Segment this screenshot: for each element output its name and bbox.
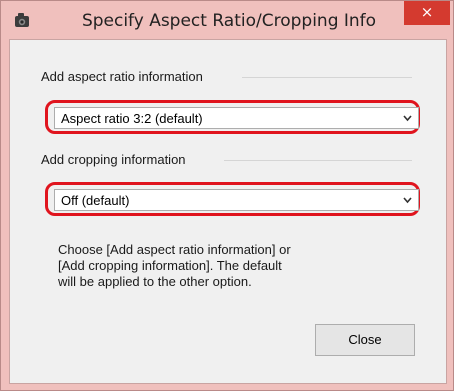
- aspect-ratio-value: Aspect ratio 3:2 (default): [61, 111, 203, 126]
- description-line: [Add cropping information]. The default: [58, 258, 282, 273]
- close-icon[interactable]: ×: [404, 1, 450, 25]
- dialog-body: Add aspect ratio information Aspect rati…: [9, 39, 447, 384]
- close-button[interactable]: Close: [315, 324, 415, 356]
- title-bar[interactable]: Specify Aspect Ratio/Cropping Info ×: [1, 1, 453, 39]
- cropping-label: Add cropping information: [41, 152, 186, 167]
- description-line: Choose [Add aspect ratio information] or: [58, 242, 291, 257]
- chevron-down-icon: [403, 197, 412, 204]
- chevron-down-icon: [403, 115, 412, 122]
- dialog-window: Specify Aspect Ratio/Cropping Info × Add…: [0, 0, 454, 391]
- aspect-ratio-select[interactable]: Aspect ratio 3:2 (default): [54, 107, 419, 129]
- cropping-select[interactable]: Off (default): [54, 189, 419, 211]
- cropping-value: Off (default): [61, 193, 130, 208]
- dialog-title: Specify Aspect Ratio/Cropping Info: [81, 11, 377, 31]
- description-line: will be applied to the other option.: [58, 274, 252, 289]
- description-text: Choose [Add aspect ratio information] or…: [58, 242, 378, 290]
- aspect-ratio-label: Add aspect ratio information: [41, 69, 203, 84]
- cropping-divider: [224, 160, 412, 161]
- aspect-ratio-divider: [242, 77, 412, 78]
